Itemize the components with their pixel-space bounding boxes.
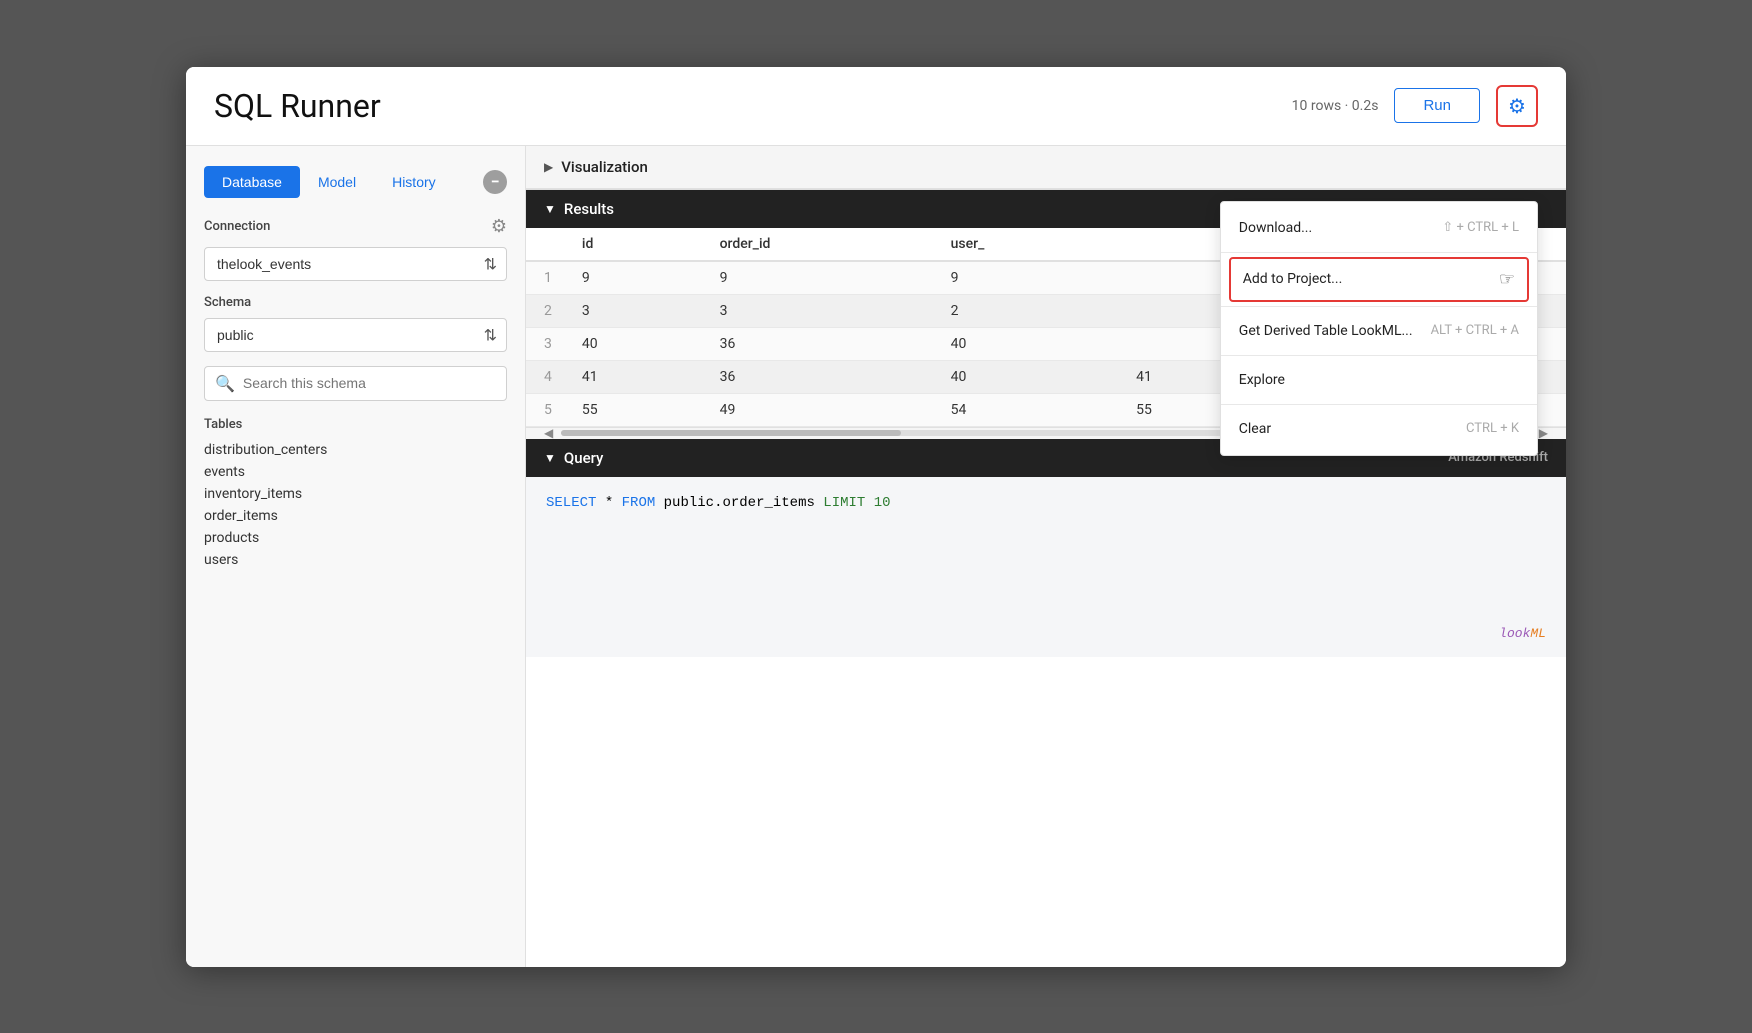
header: SQL Runner 10 rows · 0.2s Run ⚙ bbox=[186, 67, 1566, 146]
query-section: ▼ Query Amazon Redshift SELECT * FROM pu… bbox=[526, 439, 1566, 657]
menu-item-download[interactable]: Download... ⇧ + CTRL + L bbox=[1221, 208, 1537, 248]
cell: 9 bbox=[933, 261, 1119, 295]
cell: 3 bbox=[564, 294, 702, 327]
schema-select[interactable]: public bbox=[204, 318, 507, 352]
row-num: 4 bbox=[526, 360, 564, 393]
cell: 36 bbox=[702, 360, 933, 393]
menu-item-label: Download... bbox=[1239, 220, 1312, 236]
chevron-down-icon: ▼ bbox=[544, 202, 556, 216]
tab-model[interactable]: Model bbox=[300, 166, 374, 198]
list-item[interactable]: order_items bbox=[204, 508, 507, 524]
cell: 41 bbox=[564, 360, 702, 393]
connection-gear-icon[interactable]: ⚙ bbox=[491, 216, 507, 237]
menu-item-label: Get Derived Table LookML... bbox=[1239, 323, 1413, 339]
scrollbar-thumb[interactable] bbox=[561, 430, 900, 436]
menu-item-label: Clear bbox=[1239, 421, 1271, 437]
menu-divider bbox=[1221, 252, 1537, 253]
menu-divider bbox=[1221, 404, 1537, 405]
connection-select[interactable]: thelook_events bbox=[204, 247, 507, 281]
cell: 2 bbox=[933, 294, 1119, 327]
menu-shortcut: ALT + CTRL + A bbox=[1431, 323, 1519, 338]
cell: 40 bbox=[933, 327, 1119, 360]
tables-label: Tables bbox=[204, 417, 507, 432]
sql-from: FROM bbox=[622, 495, 656, 511]
tab-bar: Database Model History − bbox=[204, 166, 507, 198]
menu-divider bbox=[1221, 306, 1537, 307]
connection-label: Connection bbox=[204, 219, 270, 234]
results-label: Results bbox=[564, 200, 614, 218]
query-editor[interactable]: SELECT * FROM public.order_items LIMIT 1… bbox=[526, 477, 1566, 657]
list-item[interactable]: inventory_items bbox=[204, 486, 507, 502]
menu-divider bbox=[1221, 355, 1537, 356]
cell: 36 bbox=[702, 327, 933, 360]
col-id[interactable]: id bbox=[564, 228, 702, 261]
chevron-down-icon: ▼ bbox=[544, 451, 556, 465]
cell: 40 bbox=[564, 327, 702, 360]
menu-item-label: Explore bbox=[1239, 372, 1285, 388]
list-item[interactable]: distribution_centers bbox=[204, 442, 507, 458]
col-user[interactable]: user_ bbox=[933, 228, 1119, 261]
tab-database[interactable]: Database bbox=[204, 166, 300, 198]
menu-item-derived-table[interactable]: Get Derived Table LookML... ALT + CTRL +… bbox=[1221, 311, 1537, 351]
col-rownum bbox=[526, 228, 564, 261]
minus-icon: − bbox=[491, 172, 500, 191]
sql-limit-keyword: LIMIT bbox=[823, 495, 865, 511]
search-input[interactable] bbox=[243, 375, 496, 391]
visualization-section: ▶ Visualization bbox=[526, 146, 1566, 190]
list-item[interactable]: events bbox=[204, 464, 507, 480]
lookml-logo: lookML bbox=[1499, 626, 1546, 641]
menu-shortcut: CTRL + K bbox=[1466, 421, 1519, 436]
sql-star: * bbox=[605, 495, 622, 511]
cursor-icon: ☞ bbox=[1499, 269, 1515, 290]
cell: 55 bbox=[564, 393, 702, 426]
rows-info: 10 rows · 0.2s bbox=[1292, 98, 1379, 114]
cell: 3 bbox=[702, 294, 933, 327]
sidebar: Database Model History − Connection ⚙ th… bbox=[186, 146, 526, 967]
cell: 9 bbox=[702, 261, 933, 295]
sql-limit-value: 10 bbox=[874, 495, 891, 511]
visualization-label: Visualization bbox=[561, 158, 648, 176]
menu-item-explore[interactable]: Explore bbox=[1221, 360, 1537, 400]
list-item[interactable]: products bbox=[204, 530, 507, 546]
sql-table: public.order_items bbox=[664, 495, 824, 511]
header-actions: 10 rows · 0.2s Run ⚙ bbox=[1292, 85, 1538, 127]
run-button[interactable]: Run bbox=[1394, 88, 1480, 123]
page-title: SQL Runner bbox=[214, 87, 1292, 125]
schema-search-box[interactable]: 🔍 bbox=[204, 366, 507, 401]
col-order-id[interactable]: order_id bbox=[702, 228, 933, 261]
main-window: SQL Runner 10 rows · 0.2s Run ⚙ Database… bbox=[186, 67, 1566, 967]
sql-select: SELECT bbox=[546, 495, 596, 511]
tables-list: distribution_centers events inventory_it… bbox=[204, 442, 507, 568]
tab-history[interactable]: History bbox=[374, 166, 454, 198]
settings-button[interactable]: ⚙ bbox=[1496, 85, 1538, 127]
connection-section-header: Connection ⚙ bbox=[204, 216, 507, 237]
row-num: 2 bbox=[526, 294, 564, 327]
cell: 49 bbox=[702, 393, 933, 426]
cell: 9 bbox=[564, 261, 702, 295]
menu-item-add-to-project[interactable]: Add to Project... ☞ bbox=[1229, 257, 1529, 302]
row-num: 1 bbox=[526, 261, 564, 295]
menu-shortcut: ⇧ + CTRL + L bbox=[1442, 220, 1519, 235]
gear-icon: ⚙ bbox=[1508, 94, 1526, 118]
chevron-right-icon: ▶ bbox=[544, 160, 553, 174]
cell: 40 bbox=[933, 360, 1119, 393]
cell: 54 bbox=[933, 393, 1119, 426]
menu-item-label: Add to Project... bbox=[1243, 271, 1342, 287]
row-num: 5 bbox=[526, 393, 564, 426]
connection-dropdown-wrapper: thelook_events ⇅ bbox=[204, 247, 507, 281]
schema-dropdown-wrapper: public ⇅ bbox=[204, 318, 507, 352]
row-num: 3 bbox=[526, 327, 564, 360]
visualization-toggle[interactable]: ▶ Visualization bbox=[526, 146, 1566, 189]
main-content: Database Model History − Connection ⚙ th… bbox=[186, 146, 1566, 967]
settings-dropdown-menu: Download... ⇧ + CTRL + L Add to Project.… bbox=[1220, 201, 1538, 456]
menu-item-clear[interactable]: Clear CTRL + K bbox=[1221, 409, 1537, 449]
search-icon: 🔍 bbox=[215, 374, 235, 393]
query-label: Query bbox=[564, 449, 604, 467]
collapse-sidebar-button[interactable]: − bbox=[483, 170, 507, 194]
schema-label: Schema bbox=[204, 295, 507, 310]
list-item[interactable]: users bbox=[204, 552, 507, 568]
